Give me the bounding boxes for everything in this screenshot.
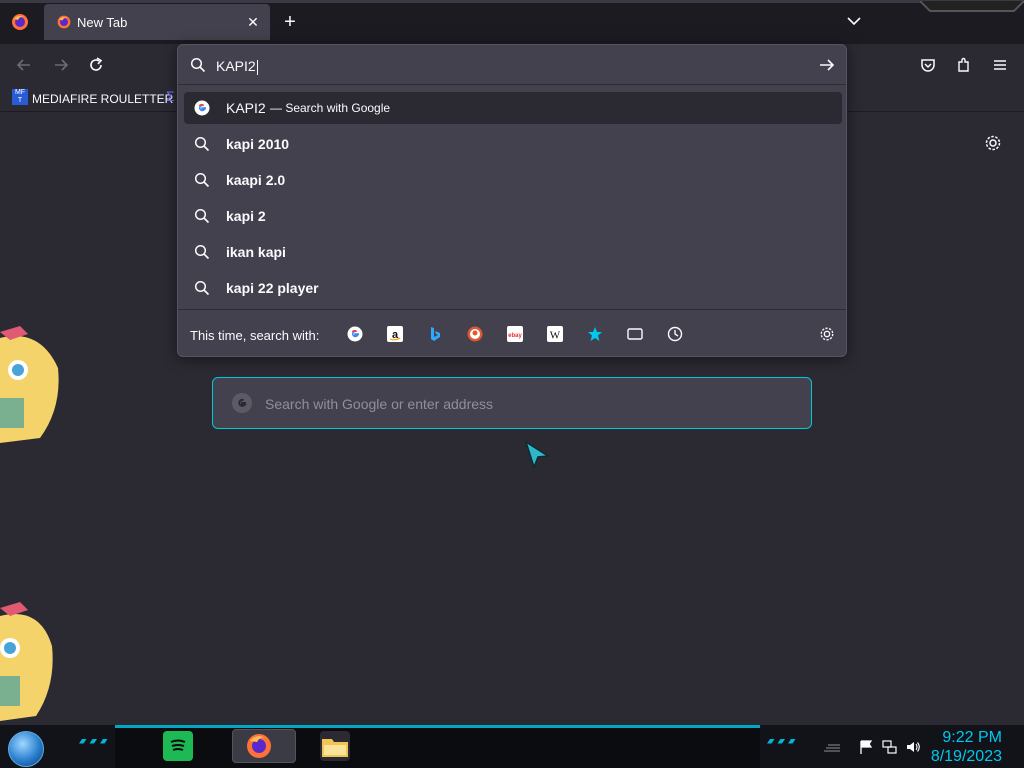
tab-strip-border xyxy=(0,0,1024,3)
volume-icon[interactable] xyxy=(905,739,921,755)
suggestion-row[interactable]: kapi 22 player xyxy=(184,272,842,304)
suggestion-text: KAPI2 xyxy=(226,100,266,116)
bookmark-favicon: MF T xyxy=(12,89,28,105)
firefox-icon xyxy=(56,14,72,30)
google-icon[interactable] xyxy=(347,326,363,342)
duckduckgo-icon[interactable] xyxy=(467,326,483,342)
search-icon xyxy=(194,280,210,296)
pocket-icon[interactable] xyxy=(919,56,937,74)
svg-text:ebay: ebay xyxy=(508,333,522,339)
spotify-icon[interactable] xyxy=(163,731,193,761)
settings-gear-icon[interactable] xyxy=(984,134,1002,152)
search-icon xyxy=(194,208,210,224)
bookmarks-star-icon[interactable] xyxy=(587,326,603,342)
show-hidden-icons[interactable] xyxy=(822,739,840,755)
suggestion-text: ikan kapi xyxy=(226,244,286,260)
file-explorer-icon[interactable] xyxy=(320,731,350,761)
wikipedia-icon[interactable]: W xyxy=(547,326,563,342)
window-frame-decoration xyxy=(919,0,1024,12)
bookmark-mediafire-rouletter[interactable]: MEDIAFIRE ROULETTER xyxy=(32,92,173,106)
amazon-icon[interactable]: a xyxy=(387,326,403,342)
page-search-placeholder: Search with Google or enter address xyxy=(265,396,494,412)
suggestion-action: — Search with Google xyxy=(270,101,391,115)
cartoon-sticker-image xyxy=(0,318,62,448)
suggestion-row[interactable]: kapi 2010 xyxy=(184,128,842,160)
one-off-search-bar: This time, search with: a ebay W xyxy=(178,309,846,357)
text-caret xyxy=(256,59,258,75)
chevron-down-icon[interactable] xyxy=(845,12,863,30)
system-clock[interactable]: 9:22 PM 8/19/2023 xyxy=(931,728,1002,766)
bookmark-icon[interactable]: Σ xyxy=(166,88,175,104)
tab-title: New Tab xyxy=(77,15,128,30)
taskbar: 9:22 PM 8/19/2023 xyxy=(0,725,1024,768)
search-icon xyxy=(194,244,210,260)
tab-strip: New Tab ✕ + xyxy=(0,0,1024,44)
taskbar-center-panel xyxy=(115,725,760,768)
new-tab-button[interactable]: + xyxy=(280,12,300,32)
urlbar-input-row[interactable]: KAPI2 xyxy=(178,45,846,85)
go-arrow-icon[interactable] xyxy=(818,57,836,73)
taskbar-decoration xyxy=(79,739,108,744)
firefox-view-icon[interactable] xyxy=(10,12,30,32)
google-icon xyxy=(194,100,210,116)
tabs-icon[interactable] xyxy=(627,326,643,342)
one-off-label: This time, search with: xyxy=(190,328,320,343)
forward-icon[interactable] xyxy=(52,56,70,74)
start-orb-button[interactable] xyxy=(8,731,44,767)
cartoon-sticker-image-2 xyxy=(0,596,62,726)
taskbar-decoration xyxy=(767,739,796,744)
urlbar-dropdown: KAPI2 KAPI2 — Search with Google kapi 20… xyxy=(177,44,847,357)
menu-icon[interactable] xyxy=(991,56,1009,74)
suggestion-text: kapi 22 player xyxy=(226,280,319,296)
suggestion-row[interactable]: kaapi 2.0 xyxy=(184,164,842,196)
mouse-cursor-icon xyxy=(524,440,552,470)
extensions-icon[interactable] xyxy=(955,56,973,74)
network-icon[interactable] xyxy=(881,739,897,755)
clock-time: 9:22 PM xyxy=(942,729,1002,746)
search-settings-gear-icon[interactable] xyxy=(819,326,835,342)
close-tab-icon[interactable]: ✕ xyxy=(244,13,262,31)
reload-icon[interactable] xyxy=(87,56,105,74)
history-icon[interactable] xyxy=(667,326,683,342)
search-icon xyxy=(194,136,210,152)
suggestion-text: kapi 2 xyxy=(226,208,266,224)
suggestion-row[interactable]: kapi 2 xyxy=(184,200,842,232)
page-search-box[interactable]: Search with Google or enter address xyxy=(212,377,812,429)
search-icon xyxy=(194,172,210,188)
suggestion-text: kapi 2010 xyxy=(226,136,290,152)
ebay-icon[interactable]: ebay xyxy=(507,326,523,342)
search-icon xyxy=(190,57,206,73)
suggestion-row[interactable]: KAPI2 — Search with Google xyxy=(184,92,842,124)
urlbar-input[interactable]: KAPI2 xyxy=(216,58,258,75)
tab-new-tab[interactable]: New Tab ✕ xyxy=(44,4,270,40)
back-icon[interactable] xyxy=(15,56,33,74)
bing-icon[interactable] xyxy=(427,326,443,342)
svg-text:W: W xyxy=(550,330,561,342)
suggestion-text: kaapi 2.0 xyxy=(226,172,286,188)
suggestion-row[interactable]: ikan kapi xyxy=(184,236,842,268)
clock-date: 8/19/2023 xyxy=(930,748,1002,765)
firefox-taskbar-button[interactable] xyxy=(232,729,296,763)
google-icon xyxy=(231,392,253,414)
flag-icon[interactable] xyxy=(858,739,874,755)
